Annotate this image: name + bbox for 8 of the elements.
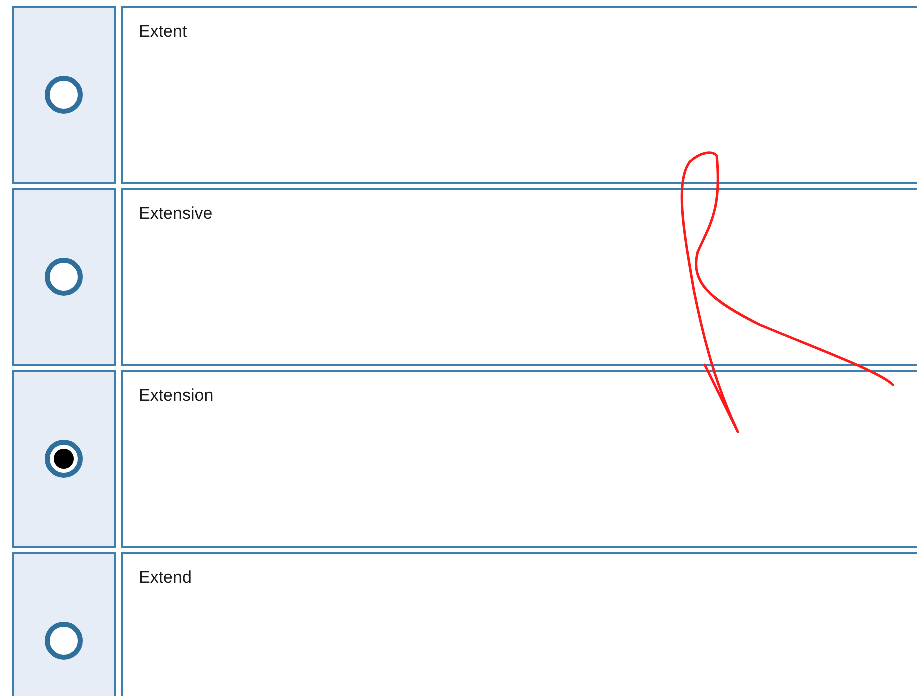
option-label: Extend (139, 568, 192, 587)
option-label: Extension (139, 386, 214, 405)
radio-button[interactable] (45, 258, 83, 296)
radio-button[interactable] (45, 76, 83, 114)
radio-button[interactable] (45, 622, 83, 660)
option-label: Extent (139, 22, 188, 41)
option-label: Extensive (139, 204, 213, 223)
radio-button[interactable] (45, 440, 83, 478)
